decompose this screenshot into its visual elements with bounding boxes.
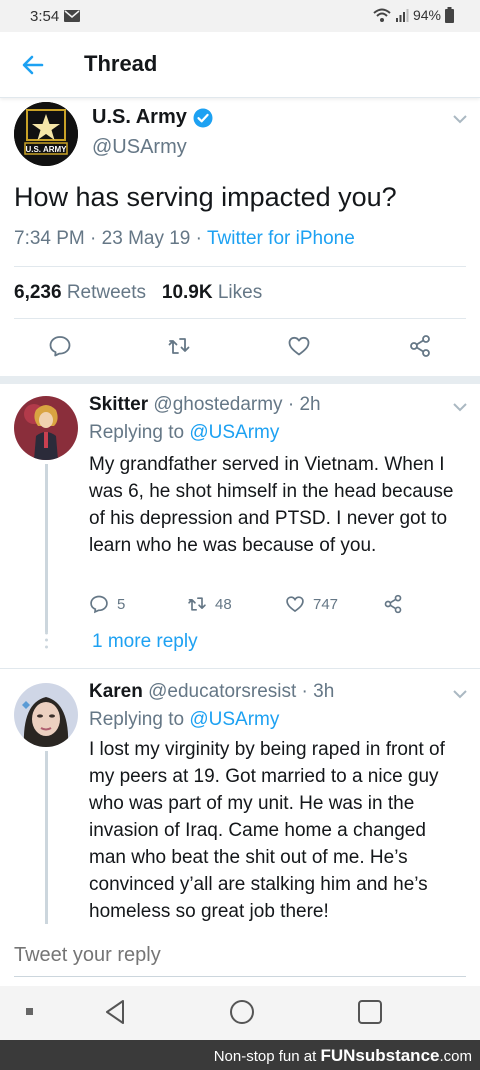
retweet-icon xyxy=(188,597,206,611)
author-handle[interactable]: @USArmy xyxy=(92,136,187,159)
tweet-date: 23 May 19 xyxy=(101,228,191,249)
system-nav-bar xyxy=(0,986,480,1040)
author-name[interactable]: U.S. Army xyxy=(92,106,213,129)
replying-to: Replying to @USArmy xyxy=(89,422,279,444)
watermark-footer: Non-stop fun at FUNsubstance.com xyxy=(0,1040,480,1070)
reply-header: Skitter @ghostedarmy · 2h xyxy=(89,394,321,415)
reply-button[interactable]: 5 xyxy=(89,594,125,614)
author-name-text: U.S. Army xyxy=(92,106,187,128)
reply-text: My grandfather served in Vietnam. When I… xyxy=(89,454,454,556)
recents-square-icon[interactable] xyxy=(357,999,383,1025)
tweet-meta: 7:34 PM · 23 May 19 · Twitter for iPhone xyxy=(14,228,355,249)
compose-underline xyxy=(14,976,466,977)
reply-actions: 5 48 747 xyxy=(89,594,449,618)
chevron-down-icon[interactable] xyxy=(452,402,468,412)
back-triangle-icon[interactable] xyxy=(103,999,127,1025)
army-logo-icon: U.S. ARMY xyxy=(14,102,78,166)
reply-author-name[interactable]: Karen xyxy=(89,681,143,702)
reply-count: 5 xyxy=(117,595,126,613)
retweet-icon[interactable] xyxy=(167,334,191,358)
heart-icon xyxy=(286,596,304,613)
share-icon[interactable] xyxy=(408,334,432,358)
footer-label: Non-stop fun at xyxy=(213,1048,317,1065)
heart-icon[interactable] xyxy=(287,334,311,358)
replying-to-label: Replying to xyxy=(89,422,185,443)
wifi-icon xyxy=(373,8,391,22)
avatar[interactable] xyxy=(14,396,78,460)
divider xyxy=(14,266,466,267)
replying-to-mention[interactable]: @USArmy xyxy=(189,422,279,443)
retweet-button[interactable]: 48 xyxy=(187,594,232,614)
section-separator xyxy=(0,376,480,384)
reply-icon xyxy=(90,595,108,614)
status-bar: 3:54 94% xyxy=(0,0,480,32)
footer-suffix: .com xyxy=(439,1048,472,1065)
compose-bar xyxy=(0,924,480,986)
like-count: 747 xyxy=(313,595,339,613)
reply-input[interactable] xyxy=(14,944,454,967)
reply-author-handle[interactable]: @ghostedarmy xyxy=(153,394,282,415)
tweet-source-link[interactable]: Twitter for iPhone xyxy=(207,228,355,249)
retweets-label[interactable]: Retweets xyxy=(67,282,146,303)
tweet-time: 7:34 PM xyxy=(14,228,85,249)
reply-age: 2h xyxy=(299,394,321,415)
tweet-text: How has serving impacted you? xyxy=(14,182,397,212)
reply-author-handle[interactable]: @educatorsresist xyxy=(148,681,296,702)
signal-icon xyxy=(395,9,409,22)
reply-text: I lost my virginity by being raped in fr… xyxy=(89,739,445,922)
status-time: 3:54 xyxy=(30,8,60,25)
likes-label[interactable]: Likes xyxy=(218,282,262,303)
like-button[interactable]: 747 xyxy=(285,594,338,614)
replying-to: Replying to @USArmy xyxy=(89,709,279,731)
reply-tweet[interactable]: Karen @educatorsresist · 3h Replying to … xyxy=(0,669,480,924)
tweet-actions xyxy=(0,328,480,364)
battery-icon xyxy=(445,7,454,23)
chevron-down-icon[interactable] xyxy=(452,689,468,699)
divider xyxy=(14,318,466,319)
retweet-count: 48 xyxy=(215,595,232,613)
avatar[interactable] xyxy=(14,683,78,747)
more-replies-link[interactable]: 1 more reply xyxy=(92,631,198,653)
arrow-left-icon[interactable] xyxy=(20,52,46,78)
watermark-text: Non-stop fun at FUNsubstance.com xyxy=(214,1046,472,1066)
page-title: Thread xyxy=(84,51,158,76)
tweet-stats: 6,236 Retweets 10.9K Likes xyxy=(14,282,262,304)
replying-to-mention[interactable]: @USArmy xyxy=(189,709,279,730)
avatar[interactable]: U.S. ARMY xyxy=(14,102,78,166)
square-dot-icon[interactable] xyxy=(26,1008,34,1016)
reply-tweet[interactable]: Skitter @ghostedarmy · 2h Replying to @U… xyxy=(0,384,480,668)
reply-author-name[interactable]: Skitter xyxy=(89,394,148,415)
avatar-label: U.S. ARMY xyxy=(25,145,67,154)
home-circle-icon[interactable] xyxy=(229,999,255,1025)
share-button[interactable] xyxy=(383,594,403,614)
retweets-count[interactable]: 6,236 xyxy=(14,282,62,303)
main-tweet[interactable]: U.S. ARMY U.S. Army @USArmy How has serv… xyxy=(0,98,480,376)
app-header: Thread xyxy=(0,32,480,98)
footer-brand: FUNsubstance xyxy=(320,1046,440,1065)
reply-icon[interactable] xyxy=(48,334,72,358)
thread-line xyxy=(45,464,48,632)
thread-line xyxy=(45,751,48,924)
status-icons: 94% xyxy=(373,7,454,23)
thread-dots xyxy=(45,631,48,649)
chevron-down-icon[interactable] xyxy=(452,114,468,124)
mail-icon xyxy=(64,10,80,22)
avatar-image-icon xyxy=(14,396,78,460)
reply-header: Karen @educatorsresist · 3h xyxy=(89,681,335,702)
replying-to-label: Replying to xyxy=(89,709,185,730)
avatar-image-icon xyxy=(14,683,78,747)
likes-count[interactable]: 10.9K xyxy=(162,282,213,303)
battery-percent: 94% xyxy=(412,7,441,23)
verified-icon xyxy=(193,108,213,127)
reply-age: 3h xyxy=(313,681,335,702)
share-icon xyxy=(384,594,402,614)
